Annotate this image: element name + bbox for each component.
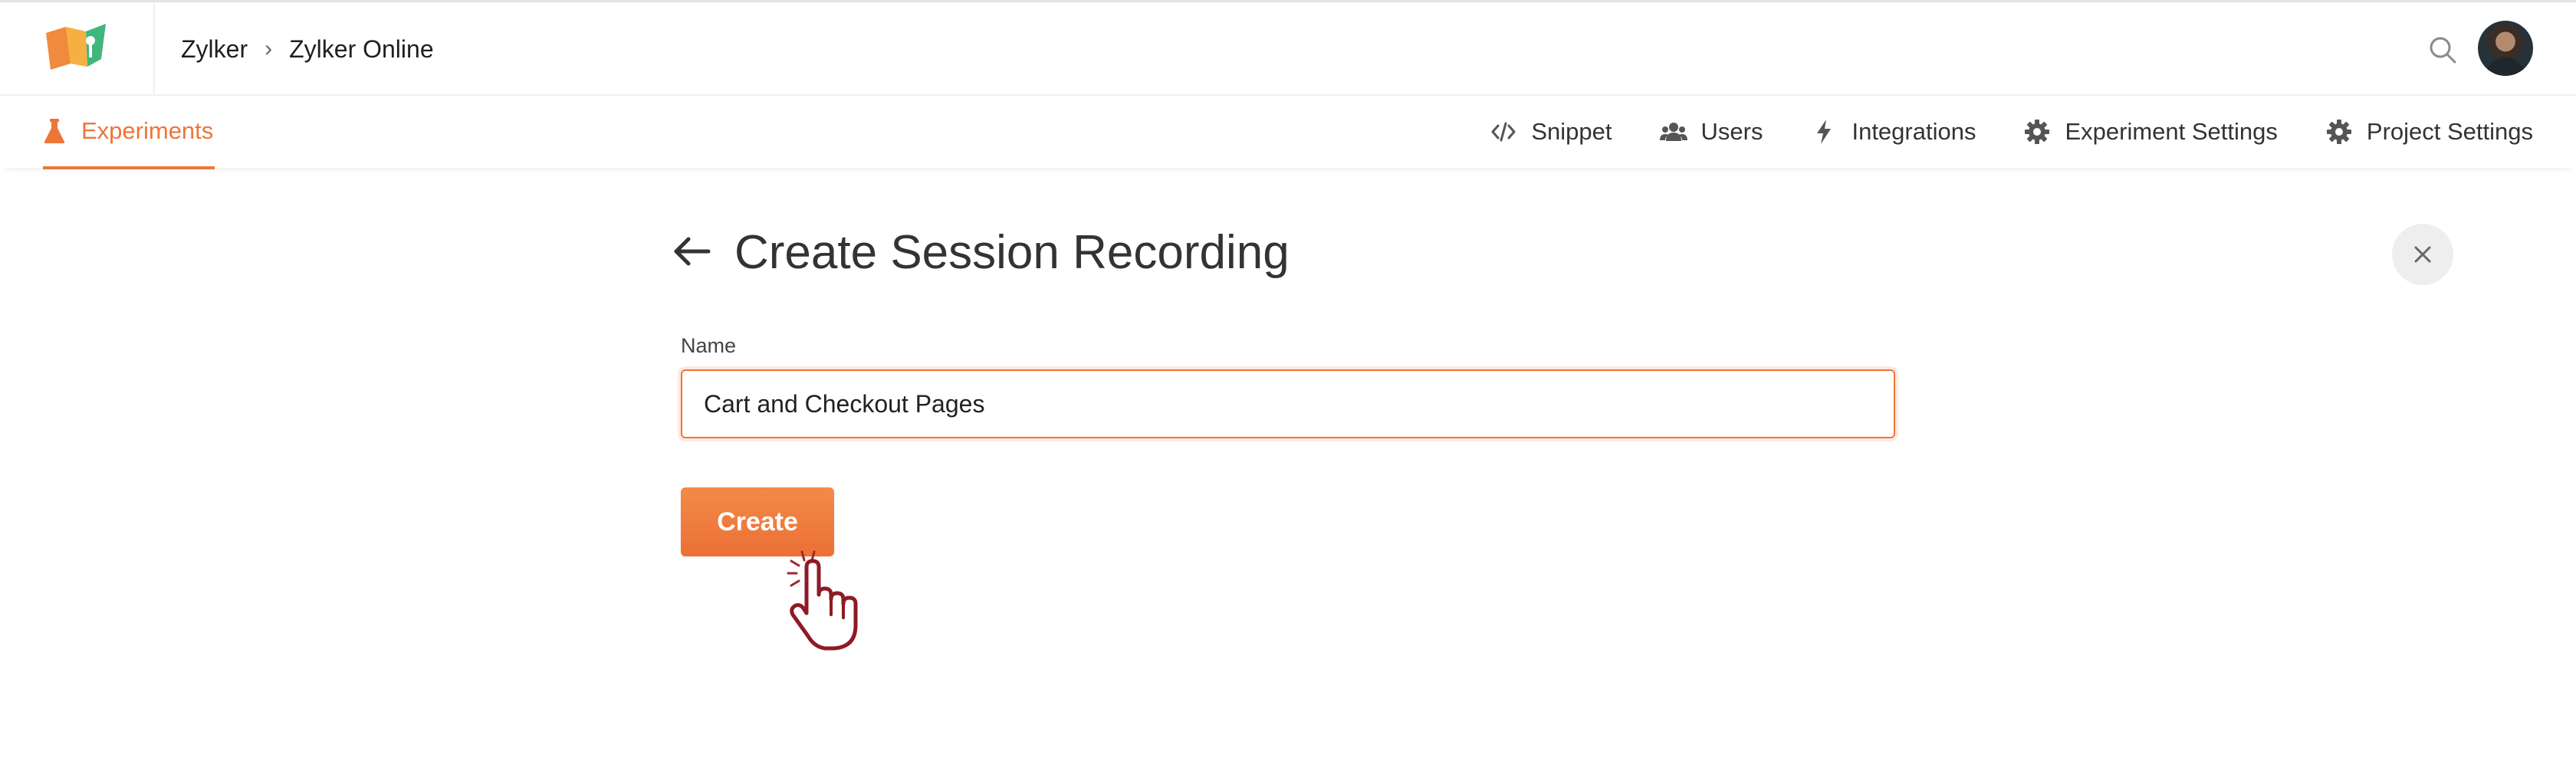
tab-experiments[interactable]: Experiments <box>43 96 215 169</box>
gear-icon <box>2023 118 2051 146</box>
user-avatar[interactable] <box>2478 21 2533 76</box>
create-button[interactable]: Create <box>681 487 834 556</box>
nav-experiment-settings[interactable]: Experiment Settings <box>2023 118 2278 146</box>
users-icon <box>1659 118 1687 146</box>
flask-icon <box>44 119 65 143</box>
subnav-right-menu: Snippet Users Integrations Experiment Se… <box>1490 96 2533 168</box>
nav-users-label: Users <box>1700 118 1763 145</box>
close-button[interactable] <box>2392 224 2453 285</box>
app-header: Zylker › Zylker Online <box>0 2 2576 96</box>
breadcrumb-org[interactable]: Zylker <box>181 35 248 64</box>
breadcrumb-separator: › <box>264 36 273 61</box>
bolt-icon <box>1810 118 1838 146</box>
nav-experiment-settings-label: Experiment Settings <box>2065 118 2278 145</box>
sub-navigation: Experiments Snippet Users Integrations E… <box>0 96 2576 169</box>
hand-pointer-cursor-icon <box>787 550 858 651</box>
header-divider <box>153 2 155 94</box>
breadcrumb-project[interactable]: Zylker Online <box>289 35 434 64</box>
name-label: Name <box>681 334 737 357</box>
code-icon <box>1490 118 1517 146</box>
nav-snippet[interactable]: Snippet <box>1490 118 1612 146</box>
nav-project-settings[interactable]: Project Settings <box>2325 118 2533 146</box>
search-icon[interactable] <box>2426 33 2459 67</box>
tab-experiments-label: Experiments <box>81 117 214 144</box>
nav-project-settings-label: Project Settings <box>2366 118 2533 145</box>
nav-snippet-label: Snippet <box>1531 118 1612 145</box>
nav-users[interactable]: Users <box>1659 118 1763 146</box>
gear-icon <box>2325 118 2353 146</box>
breadcrumb: Zylker › Zylker Online <box>181 30 434 68</box>
nav-integrations[interactable]: Integrations <box>1810 118 1976 146</box>
nav-integrations-label: Integrations <box>1852 118 1976 145</box>
name-input[interactable] <box>681 369 1895 438</box>
back-arrow-icon[interactable] <box>670 230 713 273</box>
zylker-logo[interactable] <box>43 19 109 74</box>
page-title: Create Session Recording <box>734 226 1290 279</box>
close-icon <box>2414 246 2431 263</box>
